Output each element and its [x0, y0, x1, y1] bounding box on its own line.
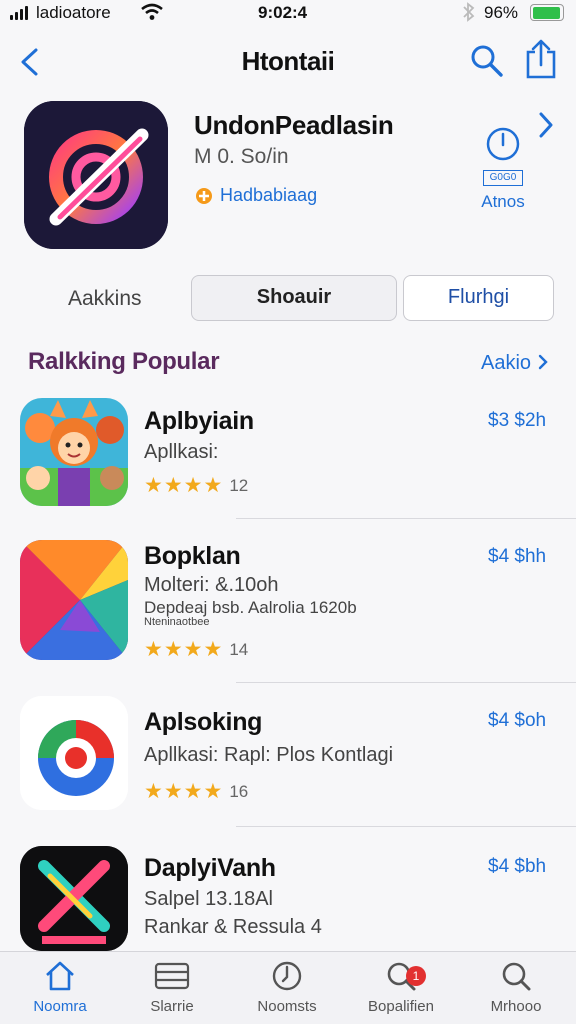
chevron-right-icon	[538, 354, 548, 370]
battery-icon	[530, 4, 564, 21]
signal-icon	[10, 6, 28, 20]
app-subtitle: M 0. So/in	[194, 145, 289, 168]
rating-stars: ★ ★ ★ ★ 14	[144, 638, 249, 661]
star-icon: ★	[183, 474, 203, 497]
star-icon: ★	[183, 780, 203, 803]
app-name: DaplyiVanh	[144, 854, 276, 882]
clock-time: 9:02:4	[258, 3, 308, 22]
price-button[interactable]: $4 $bh	[488, 856, 546, 878]
star-icon: ★	[203, 780, 223, 803]
star-icon: ★	[144, 474, 163, 497]
age-rating-info[interactable]: G0G0 Atnos	[470, 126, 536, 212]
app-version: Salpel 13.18Al	[144, 888, 273, 910]
developer-name: Hadbabiaag	[220, 185, 318, 205]
price-button[interactable]: $4 $hh	[488, 546, 546, 568]
search-icon	[502, 962, 531, 991]
section-title: Ralkking Popular	[28, 348, 220, 375]
star-icon: ★	[144, 780, 163, 803]
price-button[interactable]: $4 $oh	[488, 710, 546, 732]
app-name: Aplbyiain	[144, 407, 254, 435]
wifi-icon	[141, 3, 163, 20]
clock-icon	[272, 961, 302, 991]
list-item[interactable]: Bopklan Molteri: &.10oh Depdeaj bsb. Aal…	[0, 530, 576, 683]
tab-search[interactable]: Mrhooo	[461, 960, 571, 1015]
tab-label: Noomra	[33, 998, 87, 1015]
app-name: UndonPeadlasin	[194, 110, 394, 140]
share-icon[interactable]	[524, 38, 558, 80]
rating-stars: ★ ★ ★ ★ 16	[144, 780, 249, 803]
price-button[interactable]: $3 $2h	[488, 410, 546, 432]
star-icon: ★	[163, 780, 183, 803]
star-icon: ★	[163, 474, 183, 497]
segment-option-2[interactable]: Flurhgi	[403, 275, 554, 321]
chevron-right-icon[interactable]	[536, 110, 556, 140]
app-description: Rankar & Ressula 4	[144, 916, 322, 938]
app-note: Nteninaotbee	[144, 616, 210, 628]
list-item[interactable]: Aplsoking Apllkasi: Rapl: Plos Kontlagi …	[0, 690, 576, 828]
rating-count: 16	[229, 782, 249, 801]
clock-icon	[486, 127, 520, 161]
rating-stars: ★ ★ ★ ★ 12	[144, 474, 249, 497]
battery-percent: 96%	[484, 3, 519, 22]
star-icon: ★	[203, 474, 223, 497]
tab-home[interactable]: Noomra	[5, 960, 115, 1015]
divider	[236, 518, 576, 519]
app-icon[interactable]	[24, 101, 168, 249]
carrier-name: ladioatore	[36, 3, 111, 22]
list-item[interactable]: DaplyiVanh Salpel 13.18Al Rankar & Ressu…	[0, 836, 576, 951]
app-description: Depdeaj bsb. Aalrolia 1620b	[144, 598, 357, 617]
star-icon: ★	[183, 638, 203, 661]
app-category: Apllkasi: Rapl: Plos Kontlagi	[144, 744, 394, 766]
notification-badge: 1	[406, 966, 426, 986]
section-see-all-link[interactable]: Aakio	[481, 352, 549, 375]
app-version: Molteri: &.10oh	[144, 574, 279, 596]
star-icon: ★	[163, 638, 183, 661]
divider	[236, 682, 576, 683]
search-icon[interactable]	[470, 44, 504, 78]
battery-fill	[532, 6, 561, 19]
list-item[interactable]: Aplbyiain Apllkasi: ★ ★ ★ ★ 12 $3 $2h	[0, 396, 576, 520]
developer-icon	[196, 187, 212, 204]
star-icon: ★	[203, 638, 223, 661]
segment-label: Aakkins	[68, 287, 142, 310]
rating-count: 14	[229, 640, 249, 659]
home-icon	[46, 961, 74, 991]
app-category: Apllkasi:	[144, 441, 219, 463]
tab-list[interactable]: Slarrie	[117, 960, 227, 1015]
list-icon	[154, 962, 190, 990]
tab-clock[interactable]: Noomsts	[232, 960, 342, 1015]
tab-label: Bopalifien	[368, 998, 434, 1015]
tab-label: Mrhooo	[490, 998, 542, 1015]
tab-updates[interactable]: 1 Bopalifien	[346, 960, 456, 1015]
meta-label: Atnos	[481, 192, 525, 211]
app-icon	[20, 540, 128, 660]
app-icon	[20, 398, 128, 506]
status-bar: ladioatore 9:02:4 96%	[0, 0, 576, 28]
nav-bar: Htontaii	[0, 34, 576, 90]
app-icon	[20, 696, 128, 810]
app-name: Bopklan	[144, 542, 241, 570]
bluetooth-icon	[463, 2, 475, 22]
divider	[236, 826, 576, 827]
see-all-label: Aakio	[481, 352, 532, 374]
segment-option-1[interactable]: Shoauir	[191, 275, 397, 321]
rating-box: G0G0	[483, 170, 523, 186]
tab-label: Slarrie	[150, 998, 194, 1015]
star-icon: ★	[144, 638, 163, 661]
rating-count: 12	[229, 476, 249, 495]
app-icon	[20, 846, 128, 951]
developer-link[interactable]: Hadbabiaag	[194, 185, 317, 206]
app-name: Aplsoking	[144, 708, 263, 736]
tab-bar: Noomra Slarrie Noomsts 1 Bopalifien Mrho…	[0, 951, 576, 1024]
tab-label: Noomsts	[257, 998, 317, 1015]
